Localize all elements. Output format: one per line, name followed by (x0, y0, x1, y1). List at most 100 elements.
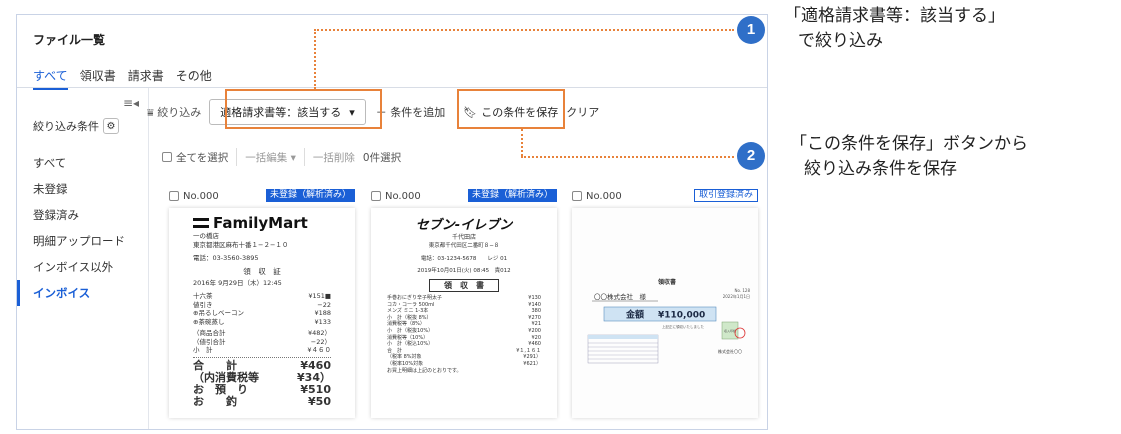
select-all-label[interactable]: 全てを選択 (176, 150, 228, 165)
connector-2-horizontal (521, 156, 734, 158)
app-window: ファイル一覧 すべて 領収書 請求書 その他 ≡◂ 絞り込み条件 ⚙ すべて 未… (16, 14, 768, 430)
receipt-line-value: ¥510 (300, 382, 331, 396)
sidebar-item-statement-upload[interactable]: 明細アップロード (17, 228, 149, 254)
sidebar-item-unregistered[interactable]: 未登録 (17, 176, 149, 202)
add-condition-button[interactable]: ＋ 条件を追加 (376, 104, 446, 120)
receipt-text: 2016年 9月29日（木）12:45 (193, 279, 282, 287)
invoice-amount-label: 金額 (625, 309, 644, 321)
bulk-edit-dropdown[interactable]: 一括編集 ▾ (245, 150, 296, 165)
gear-icon[interactable]: ⚙ (103, 118, 119, 134)
receipt-text: 電話：03-3560-3895 (193, 254, 259, 262)
receipt-line-label: お 釣 (193, 394, 237, 408)
card-checkbox[interactable] (371, 191, 381, 201)
invoice-company: 〇〇株式会社 様 (594, 292, 647, 301)
revenue-stamp-label: 収入印紙 (724, 328, 736, 333)
select-all-checkbox[interactable] (162, 152, 172, 162)
receipt-line-label: （値引合計 (193, 337, 226, 346)
invoice-amount: ¥110,000 (658, 311, 705, 321)
familymart-logo-mark (193, 218, 209, 228)
receipt-line-label: メンズ ミニ 1-3本 (387, 308, 429, 315)
receipt-line-label: （内消費税等 (193, 370, 259, 384)
card-header: No.000 取引登録済み (572, 189, 758, 203)
divider (236, 148, 238, 166)
sidebar-item-registered[interactable]: 登録済み (17, 202, 149, 228)
receipt-line-value: ¥20 (531, 334, 541, 341)
filter-button[interactable]: ⩸ 絞り込み (147, 104, 201, 120)
receipt-line-value: ¥151■ (308, 292, 331, 300)
receipt-line-value: ¥50 (308, 394, 331, 408)
sidebar-item-invoice[interactable]: インボイス (17, 280, 149, 306)
receipt-line-label: お 預 り (193, 382, 248, 396)
receipt-line: お買上明細は上記のとおりです。 (371, 368, 557, 375)
invoice-note: 上記正に領収いたしました (662, 324, 704, 329)
invoice-card[interactable]: 領収書 No. 128 2022年1月1日 〇〇株式会社 様 金額 ¥110,0… (572, 208, 758, 418)
receipt-line-value: ¥21 (531, 321, 541, 328)
callout-text-1: 「適格請求書等：該当する」 で絞り込み (784, 4, 1005, 54)
connector-1-horizontal (314, 29, 734, 31)
receipt-line-label: 消費税等（8%） (387, 321, 425, 328)
receipt-line-label: 小 計（税抜10%） (387, 327, 434, 334)
sidebar: ≡◂ 絞り込み条件 ⚙ すべて 未登録 登録済み 明細アップロード インボイス以… (17, 88, 149, 429)
receipt-line: ⊕吊るしベーコン ¥188 (169, 309, 355, 318)
status-badge: 取引登録済み (693, 189, 758, 202)
receipt-line-value: ¥188 (314, 309, 331, 317)
sidebar-list: すべて 未登録 登録済み 明細アップロード インボイス以外 インボイス (17, 150, 149, 306)
receipt-text: 電話：03-1234-5678 レジ 01 (420, 256, 508, 262)
clear-button[interactable]: クリア (566, 104, 599, 120)
receipt-text: 東京都千代田区二番町８−８ (428, 243, 500, 249)
receipt-line: （内消費税等 ¥34） (169, 370, 355, 384)
card-header: No.000 未登録（解析済み） (371, 189, 557, 203)
receipt-subtotals: （商品合計 ¥482） （値引合計 −22） 小 計 ¥４６０ (169, 329, 355, 355)
receipt-line-value: ¥482） (307, 329, 331, 337)
invoice-date: 2022年1月1日 (723, 293, 750, 299)
receipt-line-label: （税率 8%対象 (387, 354, 422, 361)
sidebar-item-all[interactable]: すべて (17, 150, 149, 176)
card-number: No.000 (183, 190, 219, 202)
receipt-line-value: ¥34） (297, 370, 331, 384)
filter-conditions-header: 絞り込み条件 ⚙ (33, 118, 119, 134)
receipt-line-value: −22） (310, 337, 331, 346)
receipt-line-label: 値引き (193, 300, 213, 309)
receipt-line-label: 小 計 (193, 346, 213, 354)
receipt-line: （税率10%対象 ¥621） (371, 361, 557, 368)
receipt-line-value: ¥133 (314, 317, 331, 326)
receipt-totals: 合 計 ¥460 （内消費税等 ¥34） お 預 り ¥510 お 釣 ¥50 (169, 358, 355, 408)
bulk-delete-button[interactable]: 一括削除 (313, 150, 355, 165)
receipt-line-value: ¥460 (300, 358, 331, 372)
receipt-line: 合 計 ¥460 (169, 358, 355, 372)
receipt-line: 小 計（税抜10%） ¥200 (371, 328, 557, 335)
filter-icon: ⩸ (147, 106, 154, 119)
receipt-line-value: ¥200 (528, 327, 541, 334)
familymart-logo: FamilyMart (169, 208, 355, 232)
receipt-text: 東京都港区麻布十番１−２−１０ (193, 241, 289, 249)
receipt-heading-box: 領 収 書 (429, 279, 499, 292)
divider (303, 148, 305, 166)
callout-line: 「この条件を保存」ボタンから (790, 134, 1028, 154)
collapse-sidebar-icon[interactable]: ≡◂ (123, 96, 139, 110)
receipt-line-value: ¥270 (528, 314, 541, 321)
root: ファイル一覧 すべて 領収書 請求書 その他 ≡◂ 絞り込み条件 ⚙ すべて 未… (0, 0, 1121, 434)
receipt-line: 小 計（税込10%） ¥460 (371, 341, 557, 348)
connector-2-vertical (521, 129, 523, 156)
receipt-line-value: ¥621） (523, 360, 541, 367)
receipt-line: 値引き −22 (169, 301, 355, 310)
status-badge: 未登録（解析済み） (467, 189, 557, 202)
invoice-title: 領収書 (657, 278, 676, 286)
callout-number-2: 2 (737, 142, 765, 170)
receipt-line-label: （商品合計 (193, 329, 226, 337)
seven-eleven-logo: セブン-イレブン (415, 218, 513, 233)
receipt-line-value: ¥291） (523, 354, 541, 361)
callout-line: 絞り込み条件を保存 (804, 159, 957, 179)
receipt-card-seven-eleven[interactable]: セブン-イレブン 千代田店 東京都千代田区二番町８−８ 電話：03-1234-5… (371, 208, 557, 418)
receipt-card-familymart[interactable]: FamilyMart 一の橋店 東京都港区麻布十番１−２−１０ 電話：03-35… (169, 208, 355, 418)
sidebar-item-non-invoice[interactable]: インボイス以外 (17, 254, 149, 280)
receipt-items: 十六茶 ¥151■ 値引き −22 ⊕吊るしベーコン ¥188 ⊕茶碗蒸し ¥133 (169, 292, 355, 326)
receipt-line: 消費税等（8%） ¥21 (371, 321, 557, 328)
receipt-line: メンズ ミニ 1-3本 380 (371, 308, 557, 315)
card-checkbox[interactable] (572, 191, 582, 201)
receipt-line-label: お買上明細は上記のとおりです。 (387, 367, 462, 374)
highlight-save-button (457, 89, 565, 129)
card-header: No.000 未登録（解析済み） (169, 189, 355, 203)
card-checkbox[interactable] (169, 191, 179, 201)
receipt-line-value: ¥４６０ (307, 346, 331, 354)
